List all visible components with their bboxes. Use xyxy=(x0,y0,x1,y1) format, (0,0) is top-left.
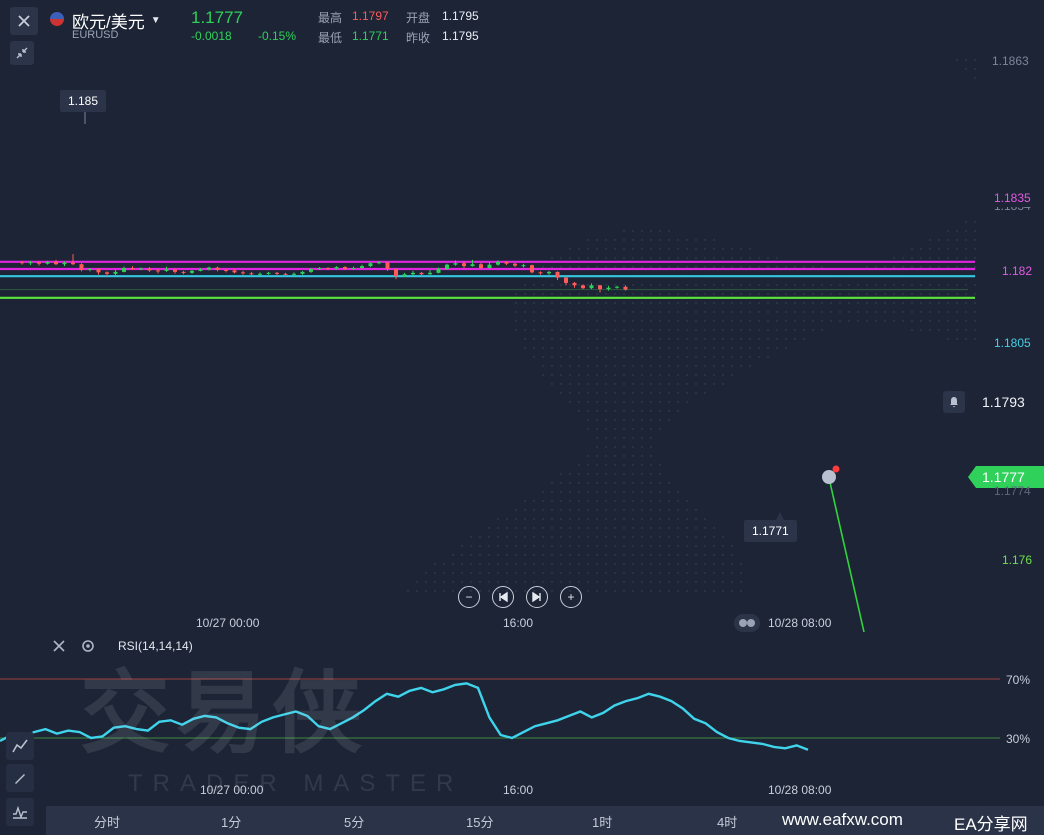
candle xyxy=(589,283,594,290)
timeframe-tab[interactable]: 15分 xyxy=(466,812,493,831)
indicator-icon[interactable] xyxy=(6,798,34,826)
timeframe-tab[interactable]: 4时 xyxy=(717,812,737,831)
rsi-upper-label: 70% xyxy=(1006,673,1031,687)
prev-button[interactable] xyxy=(492,586,514,608)
candle xyxy=(79,263,84,272)
price-change-pct: -0.15% xyxy=(258,29,297,43)
footer-site: www.eafxw.com xyxy=(782,810,903,829)
candlestick-series xyxy=(20,254,628,293)
candle xyxy=(360,264,364,269)
candle xyxy=(113,269,118,276)
candle xyxy=(547,270,551,275)
rsi-lower-label: 30% xyxy=(1006,732,1031,746)
candle xyxy=(147,267,152,272)
rsi-x-axis-label: 16:00 xyxy=(503,783,534,797)
candle xyxy=(615,285,619,289)
low-marker-pointer xyxy=(776,512,784,520)
candle xyxy=(487,262,492,269)
rsi-x-axis-label: 10/28 08:00 xyxy=(768,783,832,797)
chevron-down-icon: ▼ xyxy=(150,15,161,26)
rsi-close-icon[interactable] xyxy=(51,638,67,659)
rsi-settings-icon[interactable] xyxy=(80,638,96,659)
candle xyxy=(215,266,220,272)
candle xyxy=(555,271,560,281)
level-tag-1835: 1.1835 xyxy=(988,189,1037,207)
collapse-icon[interactable] xyxy=(10,41,34,65)
candle xyxy=(96,268,101,275)
candle xyxy=(122,266,126,273)
rsi-x-axis-label: 10/27 00:00 xyxy=(200,783,264,797)
candle xyxy=(71,254,75,266)
current-price: 1.1777 xyxy=(191,8,243,27)
zoom-in-button[interactable]: + xyxy=(560,586,582,608)
flag-icon xyxy=(50,12,64,26)
alert-dot xyxy=(832,465,840,473)
candle xyxy=(521,263,526,268)
next-button[interactable] xyxy=(526,586,548,608)
chart-background xyxy=(406,58,977,593)
info-dot xyxy=(822,470,836,484)
low-value: 1.1771 xyxy=(352,29,389,43)
timeframe-tab[interactable]: 1时 xyxy=(592,812,612,831)
candle xyxy=(598,284,602,293)
open-label: 开盘 xyxy=(406,11,431,25)
price-axis-label: 1.1863 xyxy=(992,54,1029,68)
low-annotation: 1.1771 xyxy=(744,520,797,542)
x-axis-label: 10/27 00:00 xyxy=(196,616,260,630)
watermark-en: TRADER MASTER xyxy=(128,770,464,797)
level-tag-176: 1.176 xyxy=(996,551,1039,569)
candle xyxy=(504,261,509,266)
skip-back-icon xyxy=(499,592,508,602)
prev-close-label: 昨收 xyxy=(406,31,431,45)
price-axis-label-faint: 1.1774 xyxy=(994,484,1031,498)
chart-type-icon[interactable] xyxy=(6,732,34,760)
high-annotation: 1.185 xyxy=(60,90,107,112)
candle xyxy=(513,262,517,268)
rsi-title: RSI(14,14,14) xyxy=(118,639,193,653)
candle xyxy=(394,268,398,280)
toggle-icon[interactable] xyxy=(734,614,760,632)
candle xyxy=(368,262,373,268)
open-value: 1.1795 xyxy=(442,9,479,23)
x-axis-label: 10/28 08:00 xyxy=(768,616,832,630)
level-tag-1805: 1.1805 xyxy=(988,334,1037,352)
timeframe-tab[interactable]: 分时 xyxy=(94,812,120,831)
candle xyxy=(241,270,245,275)
candle xyxy=(181,270,186,275)
watermark-cn: 交易侠 xyxy=(80,664,368,764)
candle xyxy=(538,271,543,275)
timeframe-tab[interactable]: 1分 xyxy=(221,812,241,831)
timeframe-tab[interactable]: 5分 xyxy=(344,812,364,831)
alert-price: 1.1793 xyxy=(982,394,1025,410)
candle xyxy=(530,264,534,274)
level-tag-182: 1.182 xyxy=(996,262,1039,280)
high-label: 最高 xyxy=(318,11,343,25)
trend-line xyxy=(828,477,865,633)
bell-icon[interactable] xyxy=(943,391,965,413)
close-icon[interactable] xyxy=(10,7,38,35)
current-price-tag-text: 1.1777 xyxy=(982,469,1025,485)
candle xyxy=(411,270,415,276)
low-label: 最低 xyxy=(318,31,343,45)
skip-forward-icon xyxy=(532,592,541,602)
price-change: -0.0018 xyxy=(191,29,232,43)
symbol-code: EURUSD xyxy=(72,29,119,41)
zoom-out-button[interactable]: − xyxy=(458,586,480,608)
candle xyxy=(275,271,279,276)
candle xyxy=(300,270,305,275)
footer-name: EA分享网 xyxy=(954,815,1028,834)
chart-nav-controls: − + xyxy=(458,586,582,608)
candle xyxy=(54,259,58,266)
candle xyxy=(190,269,194,274)
prev-close-value: 1.1795 xyxy=(442,29,479,43)
chart-overlays xyxy=(84,112,865,633)
high-value: 1.1797 xyxy=(352,9,389,23)
candle xyxy=(428,269,432,275)
candle xyxy=(266,271,271,275)
candle xyxy=(572,281,577,288)
draw-tool-icon[interactable] xyxy=(6,764,34,792)
candle xyxy=(564,276,568,286)
candle xyxy=(581,284,585,290)
x-axis-label: 16:00 xyxy=(503,616,534,630)
